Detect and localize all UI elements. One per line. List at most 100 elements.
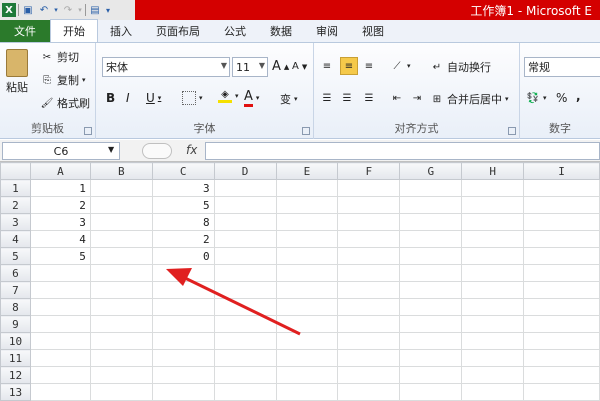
fill-color-button[interactable]: ◈ ▾ [218,89,239,103]
cell-e[interactable] [275,247,339,265]
cell-f[interactable] [337,349,401,367]
cell-f[interactable] [337,315,401,333]
cell-e[interactable] [275,230,339,248]
cell-f[interactable] [337,366,401,384]
cell-c[interactable] [151,264,215,282]
cell-a[interactable] [29,366,91,384]
phonetic-button[interactable]: 变 ▾ [280,91,298,107]
cell-b[interactable] [89,332,153,350]
row-header[interactable]: 5 [0,247,31,265]
cell-b[interactable] [89,196,153,214]
cell-i[interactable] [523,230,600,248]
cell-c[interactable] [151,315,215,333]
cell-a[interactable] [29,298,91,316]
column-header[interactable]: B [89,162,153,180]
cell-d[interactable] [213,298,277,316]
cell-i[interactable] [523,264,600,282]
bold-button[interactable]: B [106,91,115,105]
cell-c[interactable] [151,383,215,401]
cell-h[interactable] [461,349,525,367]
cell-g[interactable] [399,315,463,333]
underline-button[interactable]: U ▾ [146,91,161,105]
dialog-launcher-icon[interactable] [84,127,92,135]
dialog-launcher-icon[interactable] [508,127,516,135]
cell-g[interactable] [399,366,463,384]
dialog-launcher-icon[interactable] [302,127,310,135]
align-center-button[interactable]: ☰ [340,91,354,105]
cell-b[interactable] [89,230,153,248]
column-header[interactable]: D [213,162,277,180]
cell-c[interactable]: 0 [151,247,215,265]
cell-f[interactable] [337,179,401,197]
cell-a[interactable]: 5 [29,247,91,265]
cell-i[interactable] [523,281,600,299]
cell-i[interactable] [523,213,600,231]
cell-g[interactable] [399,298,463,316]
cell-e[interactable] [275,179,339,197]
row-header[interactable]: 2 [0,196,31,214]
column-header[interactable]: I [523,162,600,180]
cell-d[interactable] [213,264,277,282]
cell-b[interactable] [89,298,153,316]
cell-h[interactable] [461,366,525,384]
decrease-indent-button[interactable]: ⇤ [390,91,404,105]
row-header[interactable]: 1 [0,179,31,197]
row-header[interactable]: 6 [0,264,31,282]
cell-f[interactable] [337,383,401,401]
undo-dropdown-icon[interactable]: ▾ [53,3,59,17]
cell-d[interactable] [213,332,277,350]
cell-b[interactable] [89,366,153,384]
cell-a[interactable]: 2 [29,196,91,214]
cell-e[interactable] [275,264,339,282]
cell-i[interactable] [523,332,600,350]
cell-a[interactable]: 3 [29,213,91,231]
cell-d[interactable] [213,213,277,231]
cell-c[interactable] [151,349,215,367]
cell-f[interactable] [337,264,401,282]
cell-h[interactable] [461,383,525,401]
increase-indent-button[interactable]: ⇥ [410,91,424,105]
cell-d[interactable] [213,383,277,401]
wrap-text-button[interactable]: ↵ 自动换行 [430,59,491,75]
cell-b[interactable] [89,383,153,401]
font-color-button[interactable]: A ▾ [244,89,259,107]
font-name-select[interactable]: 宋体 ▼ [102,57,230,77]
grow-font-button[interactable]: A ▲ [272,59,289,74]
font-size-select[interactable]: 11 ▼ [232,57,268,77]
cell-d[interactable] [213,349,277,367]
accounting-format-button[interactable]: 💱 ▾ [526,91,547,105]
cell-e[interactable] [275,298,339,316]
cell-g[interactable] [399,247,463,265]
cell-g[interactable] [399,349,463,367]
percent-button[interactable]: % [556,91,567,105]
cell-f[interactable] [337,298,401,316]
paste-button[interactable]: 粘贴 [6,49,28,95]
tab-formulas[interactable]: 公式 [212,20,258,42]
cell-e[interactable] [275,383,339,401]
align-left-button[interactable]: ☰ [320,91,334,105]
cell-h[interactable] [461,332,525,350]
align-middle-button[interactable]: ≡ [340,57,358,75]
cell-c[interactable]: 8 [151,213,215,231]
cell-c[interactable]: 2 [151,230,215,248]
name-box-dropdown-icon[interactable]: ▼ [108,145,114,154]
align-right-button[interactable]: ☰ [362,91,376,105]
row-header[interactable]: 7 [0,281,31,299]
cell-f[interactable] [337,247,401,265]
cell-g[interactable] [399,264,463,282]
comma-button[interactable]: , [576,89,581,103]
shrink-font-button[interactable]: A ▼ [292,61,307,72]
cell-i[interactable] [523,247,600,265]
cell-h[interactable] [461,179,525,197]
cell-e[interactable] [275,332,339,350]
cell-c[interactable] [151,332,215,350]
cell-i[interactable] [523,349,600,367]
cell-c[interactable]: 3 [151,179,215,197]
merge-center-button[interactable]: ⊞ 合并后居中 ▾ [430,91,509,107]
cell-h[interactable] [461,264,525,282]
cell-e[interactable] [275,196,339,214]
row-header[interactable]: 13 [0,383,31,401]
row-header[interactable]: 11 [0,349,31,367]
align-top-button[interactable]: ≡ [320,59,334,73]
cell-e[interactable] [275,281,339,299]
